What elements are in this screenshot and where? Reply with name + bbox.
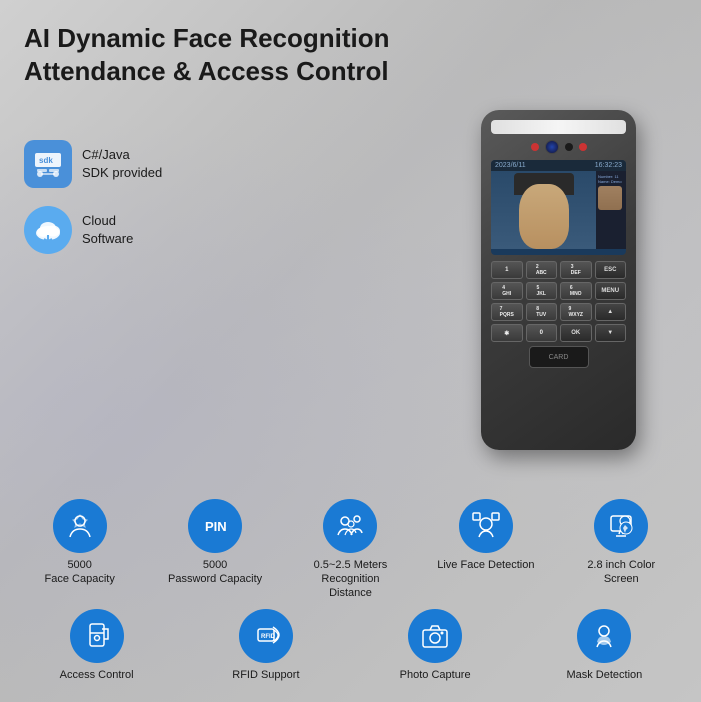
features-row-2: Access Control RFID RFID Support: [16, 609, 685, 682]
header: AI Dynamic Face Recognition Attendance &…: [0, 0, 701, 97]
key-up[interactable]: ▲: [595, 303, 627, 321]
key-4[interactable]: 4GHI: [491, 282, 523, 300]
face-shape: [519, 184, 569, 249]
device-container: 2023/6/11 16:32:23 Number: 11Name: Demo: [481, 110, 641, 450]
svg-text:sdk: sdk: [39, 156, 53, 165]
rfid-icon: RFID: [239, 609, 293, 663]
card-label: CARD: [549, 354, 569, 361]
camera-row: [491, 140, 626, 154]
distance-icon: [323, 499, 377, 553]
face-main: [491, 171, 596, 249]
pin-feature: PIN 5000Password Capacity: [165, 499, 265, 587]
key-star[interactable]: ✱: [491, 324, 523, 342]
live-face-feature: Live Face Detection: [436, 499, 536, 572]
device-top-bar: [491, 120, 626, 134]
device: 2023/6/11 16:32:23 Number: 11Name: Demo: [481, 110, 636, 450]
key-3[interactable]: 3DEF: [560, 261, 592, 279]
svg-text:RFID: RFID: [261, 634, 276, 640]
face-side-panel: Number: 11Name: Demo: [596, 171, 626, 249]
svg-text:PIN: PIN: [205, 519, 227, 534]
pin-icon: PIN: [188, 499, 242, 553]
key-5[interactable]: 5JKL: [526, 282, 558, 300]
sdk-feature: sdk C#/Java SDK provided: [24, 140, 162, 188]
side-text: Number: 11Name: Demo: [598, 174, 624, 184]
key-ok[interactable]: OK: [560, 324, 592, 342]
color-screen-icon: [594, 499, 648, 553]
mask-detection-label: Mask Detection: [566, 668, 642, 682]
key-esc[interactable]: ESC: [595, 261, 627, 279]
face-thumbnail: [598, 186, 622, 210]
device-screen: 2023/6/11 16:32:23 Number: 11Name: Demo: [491, 160, 626, 255]
live-face-icon: [459, 499, 513, 553]
screen-time: 16:32:23: [595, 162, 622, 169]
access-control-label: Access Control: [60, 668, 134, 682]
color-screen-feature: 2.8 inch Color Screen: [571, 499, 671, 587]
access-control-feature: Access Control: [47, 609, 147, 682]
rfid-feature: RFID RFID Support: [216, 609, 316, 682]
key-7[interactable]: 7PQRS: [491, 303, 523, 321]
key-1[interactable]: 1: [491, 261, 523, 279]
screen-date: 2023/6/11: [495, 162, 526, 169]
features-row-1: 50005000 Face CapacityFace Capacity PIN …: [16, 499, 685, 601]
access-control-icon: [70, 609, 124, 663]
key-0[interactable]: 0: [526, 324, 558, 342]
photo-capture-label: Photo Capture: [400, 668, 471, 682]
live-face-label: Live Face Detection: [437, 558, 534, 572]
screen-face-area: Number: 11Name: Demo: [491, 171, 626, 249]
face-capacity-label: 50005000 Face CapacityFace Capacity: [45, 558, 115, 587]
distance-feature: 0.5~2.5 MetersRecognition Distance: [300, 499, 400, 601]
cloud-icon: [31, 213, 65, 247]
rfid-label: RFID Support: [232, 668, 299, 682]
card-area: CARD: [529, 346, 589, 368]
photo-capture-feature: Photo Capture: [385, 609, 485, 682]
cloud-feature: Cloud Software: [24, 206, 162, 254]
red-dot-left: [531, 143, 539, 151]
mask-detection-icon: [577, 609, 631, 663]
camera-lens: [545, 140, 559, 154]
screen-header: 2023/6/11 16:32:23: [491, 160, 626, 171]
cloud-icon-box: [24, 206, 72, 254]
main-title: AI Dynamic Face Recognition Attendance &…: [24, 22, 677, 87]
photo-capture-icon: [408, 609, 462, 663]
device-keypad: 1 2ABC 3DEF ESC 4GHI 5JKL 6MNO MENU 7PQR…: [491, 261, 626, 342]
key-down[interactable]: ▼: [595, 324, 627, 342]
page-wrapper: AI Dynamic Face Recognition Attendance &…: [0, 0, 701, 702]
key-6[interactable]: 6MNO: [560, 282, 592, 300]
sdk-label: C#/Java SDK provided: [82, 146, 162, 182]
key-8[interactable]: 8TUV: [526, 303, 558, 321]
color-screen-label: 2.8 inch Color Screen: [571, 558, 671, 587]
face-capacity-icon: [53, 499, 107, 553]
left-features: sdk C#/Java SDK provided: [24, 140, 162, 254]
sdk-icon-box: sdk: [24, 140, 72, 188]
cloud-label: Cloud Software: [82, 212, 133, 248]
key-menu[interactable]: MENU: [595, 282, 627, 300]
face-capacity-feature: 50005000 Face CapacityFace Capacity: [30, 499, 130, 587]
bottom-features: 50005000 Face CapacityFace Capacity PIN …: [0, 499, 701, 690]
key-2[interactable]: 2ABC: [526, 261, 558, 279]
key-9[interactable]: 9WXYZ: [560, 303, 592, 321]
mask-detection-feature: Mask Detection: [554, 609, 654, 682]
distance-label: 0.5~2.5 MetersRecognition Distance: [300, 558, 400, 601]
pin-label: 5000Password Capacity: [168, 558, 262, 587]
sensor-dot: [565, 143, 573, 151]
red-dot-right: [579, 143, 587, 151]
sdk-icon: sdk: [31, 147, 65, 181]
